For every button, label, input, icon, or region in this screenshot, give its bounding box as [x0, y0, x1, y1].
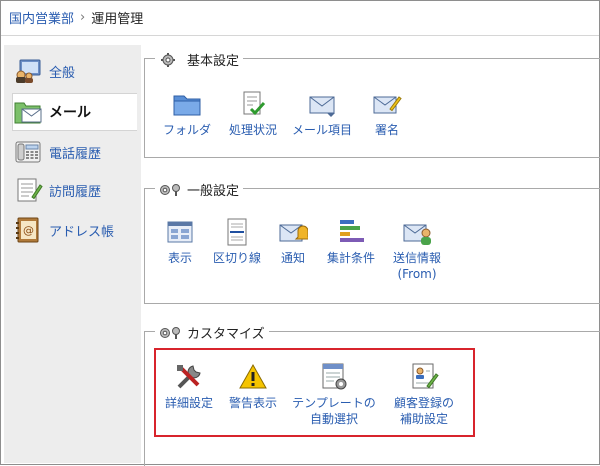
basic-settings-legend: 基本設定	[155, 50, 244, 69]
tool-label: メール項目	[291, 123, 352, 137]
highlight-box	[154, 348, 475, 437]
display-button[interactable]: 表示	[160, 217, 200, 266]
sidebar-item-address-book[interactable]: @ アドレス帳	[13, 215, 137, 245]
gear-icon	[161, 52, 175, 67]
tool-label: 通知	[280, 251, 305, 265]
sidebar-item-label: メール	[49, 105, 91, 121]
breadcrumb-separator: ›	[80, 9, 86, 25]
aggregate-conditions-icon	[340, 220, 364, 242]
aggregate-conditions-button[interactable]: 集計条件	[323, 217, 379, 266]
sender-info-icon	[403, 224, 431, 245]
tool-label: 区切り線	[212, 251, 261, 265]
tool-label: 送信情報	[392, 251, 441, 265]
processing-status-button[interactable]: 処理状況	[225, 89, 281, 138]
tool-label-line2: (From)	[397, 267, 437, 281]
gears-icon	[160, 326, 180, 339]
sidebar: 全般 メール 電話履歴 訪問履歴 @ アドレス帳	[4, 45, 141, 463]
sidebar-item-general[interactable]: 全般	[13, 56, 137, 86]
status-check-icon	[243, 91, 266, 116]
tool-label: フォルダ	[162, 123, 211, 137]
tool-label: 署名	[374, 123, 399, 137]
sender-info-button[interactable]: 送信情報 (From)	[389, 217, 445, 282]
mail-items-icon	[309, 96, 335, 117]
sidebar-item-label: 訪問履歴	[49, 184, 102, 200]
folder-icon	[173, 95, 201, 116]
divider-line-icon	[227, 218, 247, 246]
address-book-icon: @	[16, 217, 39, 243]
customize-legend: カスタマイズ	[155, 323, 269, 342]
notepad-icon	[17, 178, 43, 202]
tool-label: 処理状況	[228, 123, 277, 137]
sidebar-item-phone-history[interactable]: 電話履歴	[13, 137, 137, 167]
notification-button[interactable]: 通知	[273, 217, 313, 266]
signature-icon	[373, 96, 402, 114]
sidebar-item-mail[interactable]: メール	[12, 93, 137, 131]
general-icon	[16, 59, 41, 83]
gears-icon	[160, 183, 180, 196]
sidebar-item-visit-history[interactable]: 訪問履歴	[13, 175, 137, 205]
folder-button[interactable]: フォルダ	[162, 89, 212, 138]
signature-button[interactable]: 署名	[367, 89, 407, 138]
tool-label: 表示	[167, 251, 192, 265]
phone-icon	[15, 141, 41, 163]
sidebar-item-label: 電話履歴	[49, 146, 102, 162]
general-settings-legend: 一般設定	[155, 180, 244, 199]
display-icon	[167, 221, 193, 243]
group-title: 一般設定	[187, 184, 240, 199]
tool-label: 集計条件	[326, 251, 375, 265]
header-divider	[1, 35, 599, 36]
window-frame: 国内営業部 › 運用管理 全般 メール 電話履歴 訪問履歴 @ アドレス帳 基本…	[0, 0, 600, 466]
divider-line-button[interactable]: 区切り線	[209, 217, 265, 266]
breadcrumb-parent-link[interactable]: 国内営業部	[9, 8, 74, 27]
group-title: カスタマイズ	[187, 327, 265, 342]
group-title: 基本設定	[187, 54, 240, 69]
basic-settings-group: 基本設定 フォルダ 処理状況 メール項目 署名	[144, 50, 600, 158]
breadcrumb-current: 運用管理	[91, 11, 144, 27]
general-settings-group: 一般設定 表示 区切り線 通知 集計条件 送信情報 (From)	[144, 180, 600, 304]
svg-text:@: @	[23, 224, 34, 237]
breadcrumb: 国内営業部 › 運用管理	[9, 7, 143, 27]
sidebar-item-label: 全般	[49, 65, 76, 81]
notification-icon	[279, 224, 308, 242]
sidebar-item-label: アドレス帳	[49, 224, 115, 240]
mail-folder-icon	[14, 102, 42, 124]
mail-items-button[interactable]: メール項目	[290, 89, 354, 138]
